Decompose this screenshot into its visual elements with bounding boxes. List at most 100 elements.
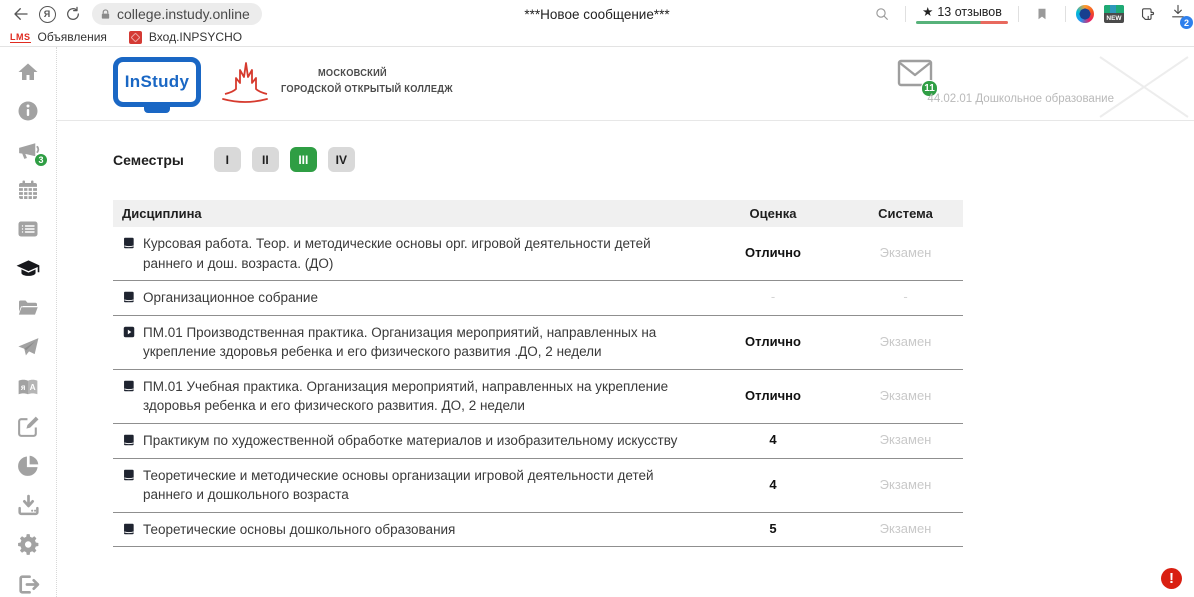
back-arrow-icon [12,5,30,23]
grade-value: Отлично [698,387,848,406]
college-name-line2: ГОРОДСКОЙ ОТКРЫТЫЙ КОЛЛЕДЖ [281,82,453,98]
svg-text:я: я [21,383,26,392]
sidebar-item-downloads[interactable] [14,492,42,518]
sidebar-nav: 3 Aя [0,47,57,597]
sidebar-item-files[interactable] [14,295,42,321]
calendar-icon [16,178,40,202]
downloads-button[interactable]: 2 [1170,3,1186,25]
extension-ring-icon[interactable] [1076,5,1094,23]
sidebar-item-calendar[interactable] [14,177,42,203]
system-value: Экзамен [848,431,963,450]
photo-placeholder-icon [1098,55,1190,119]
bookmark-label: Объявления [38,30,107,44]
mail-button[interactable]: 11 [897,59,933,92]
sidebar-item-settings[interactable] [14,532,42,558]
site-reviews-button[interactable]: ★ 13 отзывов [916,4,1008,24]
bookmark-announcements[interactable]: LMS Объявления [10,30,107,44]
discipline-name[interactable]: ПМ.01 Учебная практика. Организация меро… [143,377,698,416]
lms-icon: LMS [10,32,31,43]
grade-value: - [698,288,848,307]
college-name-line1: МОСКОВСКИЙ [281,66,453,82]
glove-icon [1139,6,1156,23]
sidebar-item-logout[interactable] [14,571,42,597]
back-button[interactable] [8,2,34,26]
list-icon [16,217,40,241]
toolbar-divider [1065,6,1066,22]
book-icon [122,379,136,393]
star-icon: ★ [922,4,933,19]
extension-glove-icon[interactable] [1134,2,1160,26]
info-icon [16,99,40,123]
paper-plane-icon [15,335,41,360]
semester-tab-1[interactable]: I [214,147,241,172]
alert-button[interactable]: ! [1161,568,1182,589]
table-row: Организационное собрание - - [113,281,963,316]
semester-tab-3[interactable]: III [290,147,317,172]
book-icon [122,522,136,536]
discipline-name[interactable]: Курсовая работа. Теор. и методические ос… [143,234,698,273]
bookmark-inpsycho[interactable]: Вход.INPSYCHO [129,30,242,44]
system-value: Экзамен [848,476,963,495]
announcements-badge: 3 [34,153,48,167]
instudy-logo[interactable]: InStudy [113,57,201,107]
yandex-icon: Я [39,6,56,23]
grade-value: 4 [698,431,848,450]
logout-icon [16,572,41,597]
sidebar-item-messages[interactable] [14,335,42,361]
discipline-name[interactable]: Теоретические основы дошкольного образов… [143,520,455,540]
discipline-name[interactable]: Теоретические и методические основы орга… [143,466,698,505]
exclamation-icon: ! [1169,570,1174,587]
sidebar-item-home[interactable] [14,59,42,85]
url-text: college.instudy.online [117,6,250,22]
semester-tab-2[interactable]: II [252,147,279,172]
grade-value: 5 [698,520,848,539]
discipline-name[interactable]: Практикум по художественной обработке ма… [143,431,677,451]
reviews-rating-bar [916,21,1008,24]
column-grade: Оценка [698,206,848,221]
program-label: 44.02.01 Дошкольное образование [927,93,1114,105]
system-value: Экзамен [848,387,963,406]
system-value: Экзамен [848,244,963,263]
main-content: InStudy МОСКОВСКИЙ ГОРОДСКОЙ ОТКРЫТЫЙ КО… [57,47,1194,597]
sidebar-item-schedule[interactable] [14,217,42,243]
discipline-name[interactable]: ПМ.01 Производственная практика. Организ… [143,323,698,362]
home-icon [16,60,40,84]
column-discipline: Дисциплина [113,206,698,221]
reload-button[interactable] [60,2,86,26]
grades-table: Дисциплина Оценка Система Курсовая работ… [113,200,963,547]
lock-icon [100,8,111,21]
sidebar-item-edit[interactable] [14,414,42,440]
book-icon [122,433,136,447]
find-in-page-button[interactable] [869,2,895,26]
system-value: Экзамен [848,520,963,539]
semester-tab-4[interactable]: IV [328,147,355,172]
bookmark-page-button[interactable] [1029,2,1055,26]
sidebar-item-grades[interactable] [14,256,42,282]
pie-chart-icon [15,453,41,479]
downloads-count-badge: 2 [1180,16,1193,29]
system-value: Экзамен [848,333,963,352]
book-icon [122,236,136,250]
semester-selector: Семестры I II III IV [113,147,1194,172]
college-crest-icon [219,58,271,106]
sidebar-item-announcements[interactable]: 3 [14,138,42,164]
table-row: ПМ.01 Учебная практика. Организация меро… [113,370,963,424]
graduation-cap-icon [15,256,42,282]
toolbar-divider [905,6,906,22]
inpsycho-icon [129,31,142,44]
bookmarks-bar: LMS Объявления Вход.INPSYCHO [0,28,1194,47]
address-bar[interactable]: college.instudy.online [92,3,262,25]
extension-new-icon[interactable]: NEW [1104,5,1124,23]
sidebar-item-statistics[interactable] [14,453,42,479]
browser-home-button[interactable]: Я [34,2,60,26]
reviews-count: 13 отзывов [937,5,1002,19]
sidebar-item-translate[interactable]: Aя [14,374,42,400]
table-row: ПМ.01 Производственная практика. Организ… [113,316,963,370]
instudy-logo-text: InStudy [125,72,189,92]
download-tray-icon [16,493,41,518]
bookmark-label: Вход.INPSYCHO [149,30,242,44]
table-header: Дисциплина Оценка Система [113,200,963,227]
discipline-name[interactable]: Организационное собрание [143,288,318,308]
system-value: - [848,288,963,307]
sidebar-item-info[interactable] [14,98,42,124]
